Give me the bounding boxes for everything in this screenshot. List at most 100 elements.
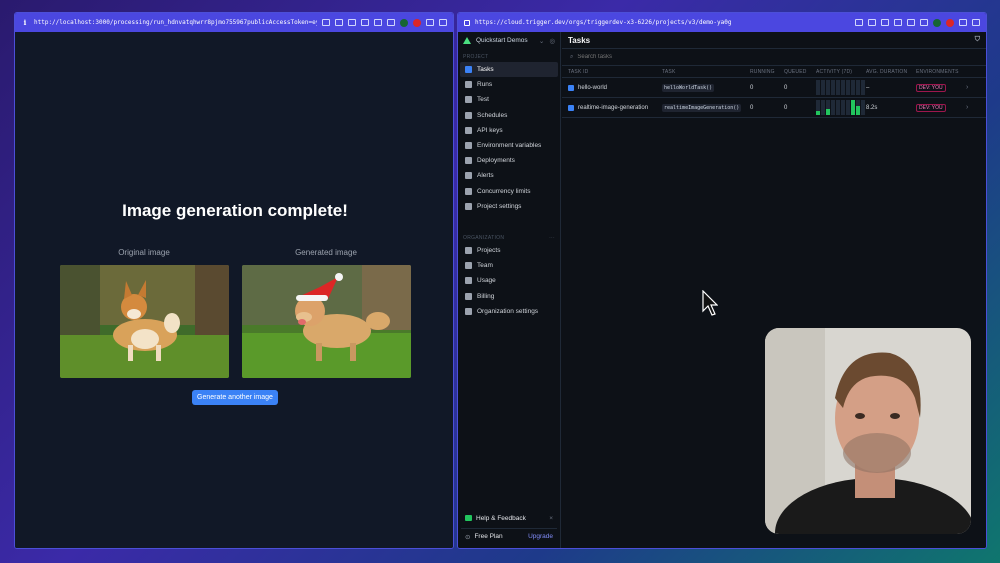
search-input[interactable] — [577, 54, 778, 60]
sidebar-item-environment-variables[interactable]: Environment variables — [460, 138, 558, 153]
activity-bar — [841, 80, 845, 95]
plan-row: ⊙ Free Plan Upgrade — [461, 528, 557, 544]
lock-icon[interactable] — [464, 19, 470, 26]
sidebar-item-usage[interactable]: Usage — [460, 273, 558, 288]
sidebar-item-api-keys[interactable]: API keys — [460, 123, 558, 138]
task-id-cell: realtime-image-generation — [568, 104, 662, 111]
column-header[interactable]: AVG. DURATION — [866, 69, 916, 75]
resize-icon[interactable] — [387, 19, 395, 26]
right-address-bar[interactable]: https://cloud.trigger.dev/orgs/triggerde… — [458, 13, 986, 32]
link-icon[interactable] — [322, 19, 330, 26]
link-icon[interactable] — [855, 19, 863, 26]
sidebar-item-team[interactable]: Team — [460, 258, 558, 273]
upgrade-link[interactable]: Upgrade — [528, 533, 553, 540]
extension-red-icon[interactable] — [946, 18, 954, 27]
screenshot-icon[interactable] — [348, 19, 356, 26]
activity-bar — [836, 80, 840, 95]
more-icon[interactable] — [972, 19, 980, 26]
sidebar-item-concurrency-limits[interactable]: Concurrency limits — [460, 184, 558, 199]
sidebar-item-billing[interactable]: Billing — [460, 288, 558, 303]
screenshot-icon[interactable] — [881, 19, 889, 26]
trigger-logo-icon — [463, 37, 471, 44]
close-icon[interactable]: × — [549, 515, 553, 522]
generate-another-image-button[interactable]: Generate another image — [192, 390, 278, 405]
sidebar-item-label: Usage — [477, 277, 496, 285]
sidebar-toggle-icon[interactable] — [868, 19, 876, 26]
chevron-right-icon[interactable]: › — [966, 104, 974, 111]
sidebar-item-deployments[interactable]: Deployments — [460, 153, 558, 168]
webcam-overlay — [765, 328, 971, 534]
activity-bar — [821, 100, 825, 115]
shield-icon[interactable]: ⛉ — [975, 36, 980, 44]
plan-icon: ⊙ — [465, 533, 471, 541]
task-function: realtimeImageGeneration() — [662, 103, 742, 112]
globe-icon[interactable] — [361, 19, 369, 26]
deployments-icon — [465, 157, 472, 165]
search-icon: ⌕ — [570, 53, 574, 60]
project-section-label: PROJECT — [463, 54, 489, 60]
activity-bar — [841, 100, 845, 115]
org-switcher[interactable]: Quickstart Demos ⌄ ◎ — [458, 32, 560, 49]
sidebar-item-test[interactable]: Test — [460, 92, 558, 107]
extension-icon[interactable] — [374, 19, 382, 26]
page-title: Image generation complete! — [122, 201, 348, 220]
left-url[interactable]: http://localhost:3000/processing/run_hdn… — [34, 19, 317, 26]
column-header[interactable]: ACTIVITY (7D) — [816, 69, 866, 75]
activity-bar — [821, 80, 825, 95]
extension-red-icon[interactable] — [413, 18, 421, 27]
folder-icon — [465, 246, 472, 254]
activity-bar — [831, 80, 835, 95]
sidebar-item-schedules[interactable]: Schedules — [460, 108, 558, 123]
right-url[interactable]: https://cloud.trigger.dev/orgs/triggerde… — [475, 19, 850, 26]
table-header: TASK ID TASK RUNNING QUEUED ACTIVITY (7D) AVG… — [562, 66, 986, 78]
extension-green-icon[interactable] — [400, 18, 408, 27]
left-address-bar[interactable]: i http://localhost:3000/processing/run_h… — [15, 13, 453, 32]
more-icon[interactable] — [439, 19, 447, 26]
sidebar-item-runs[interactable]: Runs — [460, 77, 558, 92]
chevron-down-icon[interactable]: ⌄ — [539, 37, 544, 45]
more-icon[interactable]: ··· — [549, 235, 555, 241]
table-body: hello-world helloWorldTask() 0 0– DEV: YOU › r… — [562, 78, 986, 118]
help-label: Help & Feedback — [476, 514, 526, 522]
sidebar-item-label: Deployments — [477, 157, 515, 165]
usage-icon — [465, 277, 472, 285]
activity-bar — [816, 100, 820, 115]
avatar-icon[interactable]: ◎ — [549, 37, 555, 45]
extension-green-icon[interactable] — [933, 18, 941, 27]
column-header[interactable]: ENVIRONMENTS — [916, 69, 966, 75]
sidebar-item-alerts[interactable]: Alerts — [460, 168, 558, 183]
table-row[interactable]: hello-world helloWorldTask() 0 0 – DEV: YOU › — [562, 78, 986, 98]
alerts-icon — [465, 172, 472, 180]
sidebar-item-projects[interactable]: Projects — [460, 243, 558, 258]
column-header[interactable]: RUNNING — [750, 69, 784, 75]
info-icon[interactable]: i — [21, 18, 29, 27]
extension-icon[interactable] — [907, 19, 915, 26]
split-view-icon[interactable] — [959, 19, 967, 26]
schedules-icon — [465, 111, 472, 119]
sidebar-item-tasks[interactable]: Tasks — [460, 62, 558, 78]
chat-icon — [465, 515, 472, 521]
search-bar[interactable]: ⌕ — [562, 49, 986, 66]
sidebar-item-label: Project settings — [477, 202, 522, 210]
split-view-icon[interactable] — [426, 19, 434, 26]
generated-image-label: Generated image — [295, 248, 357, 257]
column-header[interactable]: TASK ID — [568, 69, 662, 75]
column-header[interactable]: TASK — [662, 69, 750, 75]
env-vars-icon — [465, 142, 472, 150]
table-row[interactable]: realtime-image-generation realtimeImageGe… — [562, 98, 986, 118]
mouse-cursor-icon — [702, 290, 718, 316]
page-title: Tasks ⛉ — [562, 32, 986, 49]
globe-icon[interactable] — [894, 19, 902, 26]
resize-icon[interactable] — [920, 19, 928, 26]
activity-chart — [816, 80, 866, 95]
key-icon — [465, 126, 472, 134]
help-feedback-button[interactable]: Help & Feedback × — [461, 511, 557, 525]
sidebar-item-project-settings[interactable]: Project settings — [460, 199, 558, 214]
sidebar-item-label: Runs — [477, 81, 493, 89]
sidebar-toggle-icon[interactable] — [335, 19, 343, 26]
column-header[interactable]: QUEUED — [784, 69, 816, 75]
environment-badge: DEV: YOU — [916, 103, 946, 112]
sidebar-item-organization-settings[interactable]: Organization settings — [460, 304, 558, 319]
chevron-right-icon[interactable]: › — [966, 84, 974, 91]
task-id-cell: hello-world — [568, 84, 662, 91]
